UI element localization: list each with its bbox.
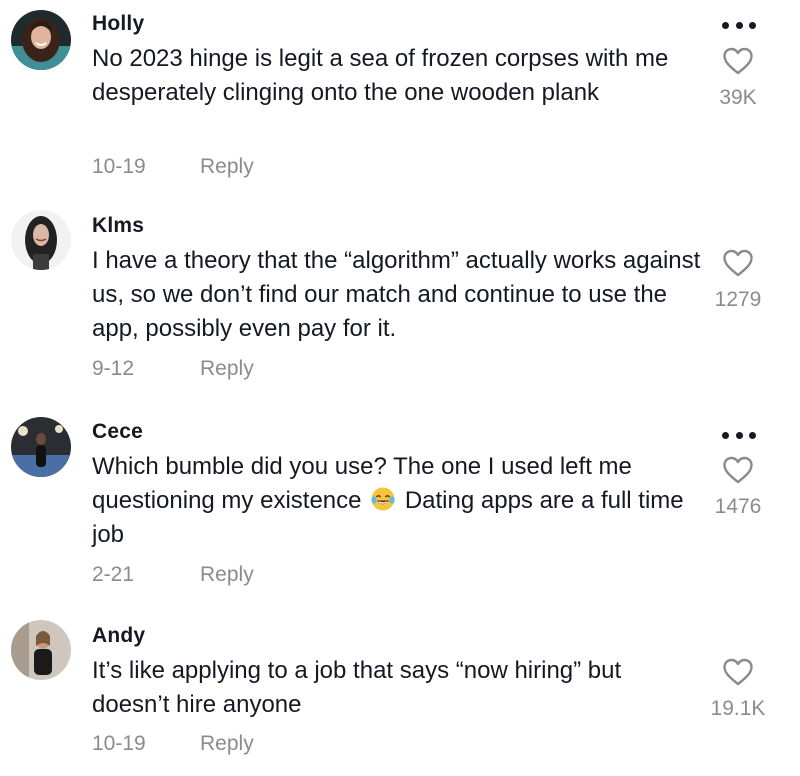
heart-icon[interactable] bbox=[722, 46, 754, 76]
username[interactable]: Klms bbox=[92, 214, 144, 238]
comment-text: I have a theory that the “algorithm” act… bbox=[92, 247, 701, 342]
comment-meta: 2-21 Reply bbox=[92, 563, 254, 587]
reply-button[interactable]: Reply bbox=[200, 357, 254, 381]
reply-button[interactable]: Reply bbox=[200, 155, 254, 179]
heart-icon[interactable] bbox=[722, 248, 754, 278]
more-options-icon[interactable] bbox=[722, 430, 756, 440]
comment-date: 2-21 bbox=[92, 563, 135, 586]
like-count: 39K bbox=[719, 86, 757, 109]
more-options-icon[interactable] bbox=[722, 20, 756, 30]
profile-photo-icon bbox=[11, 10, 71, 70]
comment-meta: 10-19 Reply bbox=[92, 732, 254, 756]
reply-button[interactable]: Reply bbox=[200, 563, 254, 587]
like-count: 19.1K bbox=[710, 697, 766, 720]
comment-text: Which bumble did you use? The one I used… bbox=[92, 450, 702, 552]
profile-photo-icon bbox=[11, 210, 71, 270]
face-with-tears-of-joy-icon bbox=[371, 487, 395, 511]
heart-icon[interactable] bbox=[722, 455, 754, 485]
avatar[interactable] bbox=[11, 210, 71, 270]
comment-text: No 2023 hinge is legit a sea of frozen c… bbox=[92, 45, 669, 106]
heart-icon[interactable] bbox=[722, 657, 754, 687]
reply-button[interactable]: Reply bbox=[200, 732, 254, 756]
username[interactable]: Cece bbox=[92, 420, 143, 444]
username[interactable]: Andy bbox=[92, 624, 145, 648]
avatar[interactable] bbox=[11, 10, 71, 70]
comment-text: It’s like applying to a job that says “n… bbox=[92, 657, 622, 718]
comment-date: 10-19 bbox=[92, 732, 146, 755]
comment-meta: 10-19 Reply bbox=[92, 155, 254, 179]
profile-photo-icon bbox=[11, 620, 71, 680]
avatar[interactable] bbox=[11, 417, 71, 477]
like-count: 1476 bbox=[714, 495, 762, 518]
like-count: 1279 bbox=[714, 288, 762, 311]
avatar[interactable] bbox=[11, 620, 71, 680]
comment-meta: 9-12 Reply bbox=[92, 357, 254, 381]
comment-date: 9-12 bbox=[92, 357, 135, 380]
username[interactable]: Holly bbox=[92, 12, 144, 36]
comment-date: 10-19 bbox=[92, 155, 146, 178]
profile-photo-icon bbox=[11, 417, 71, 477]
